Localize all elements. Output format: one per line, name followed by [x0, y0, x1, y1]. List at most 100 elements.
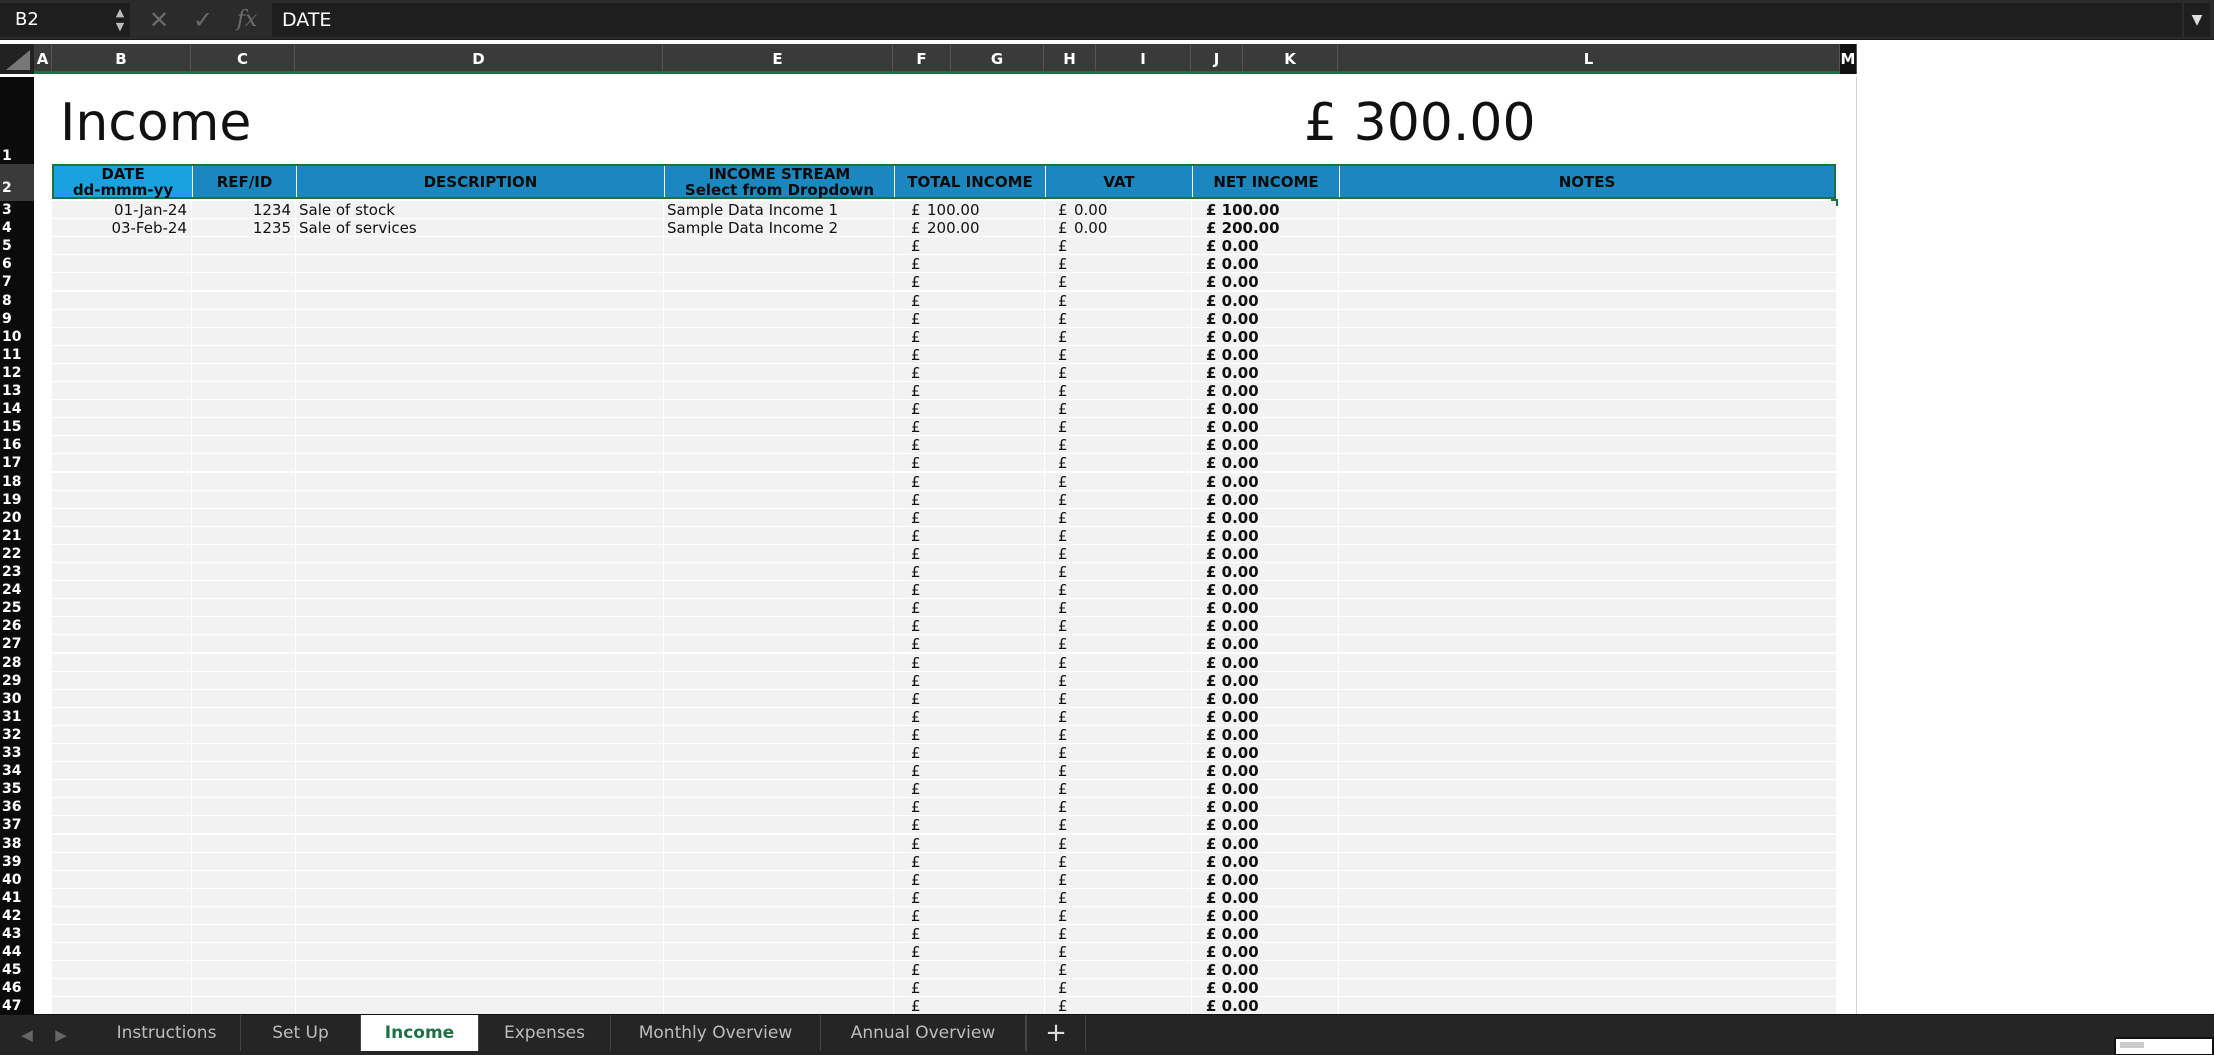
row-header-43[interactable]: 43 — [0, 925, 34, 943]
confirm-icon[interactable]: ✓ — [188, 0, 218, 40]
cell-net-income[interactable]: £ 0.00 — [1206, 599, 1336, 617]
column-header-l[interactable]: L — [1338, 44, 1840, 74]
row-header-31[interactable]: 31 — [0, 708, 34, 726]
cell-vat-currency[interactable]: £ — [1058, 273, 1072, 291]
cell-vat-currency[interactable]: £ — [1058, 509, 1072, 527]
cell-total-income-currency[interactable]: £ — [911, 871, 925, 889]
cell-vat-currency[interactable]: £ — [1058, 943, 1072, 961]
cell-total-income-currency[interactable]: £ — [911, 997, 925, 1014]
cell-total-income-currency[interactable]: £ — [911, 780, 925, 798]
row-header-19[interactable]: 19 — [0, 491, 34, 509]
row-header-6[interactable]: 6 — [0, 255, 34, 273]
cell-vat-currency[interactable]: £ — [1058, 780, 1072, 798]
row-header-47[interactable]: 47 — [0, 997, 34, 1015]
name-box[interactable]: B2 — [0, 3, 130, 37]
row-header-46[interactable]: 46 — [0, 979, 34, 997]
cell-vat-currency[interactable]: £ — [1058, 219, 1072, 237]
cell-total-income-currency[interactable]: £ — [911, 454, 925, 472]
cell-total-income-currency[interactable]: £ — [911, 762, 925, 780]
cell-vat-currency[interactable]: £ — [1058, 545, 1072, 563]
tab-instructions[interactable]: Instructions — [93, 1015, 241, 1051]
cell-vat-currency[interactable]: £ — [1058, 581, 1072, 599]
row-header-20[interactable]: 20 — [0, 509, 34, 527]
row-header-15[interactable]: 15 — [0, 418, 34, 436]
cell-total-income-currency[interactable]: £ — [911, 545, 925, 563]
cell-total-income-currency[interactable]: £ — [911, 509, 925, 527]
cell-net-income[interactable]: £ 0.00 — [1206, 943, 1336, 961]
cell-total-income-currency[interactable]: £ — [911, 581, 925, 599]
cell-total-income-currency[interactable]: £ — [911, 599, 925, 617]
chevron-down-icon[interactable]: ▼ — [2184, 3, 2210, 37]
sheet-grid[interactable]: Income £ 300.00 DATE dd-mmm-yy REF/ID DE… — [34, 77, 1857, 1014]
cell-net-income[interactable]: £ 0.00 — [1206, 979, 1336, 997]
cell-net-income[interactable]: £ 0.00 — [1206, 527, 1336, 545]
row-header-35[interactable]: 35 — [0, 780, 34, 798]
row-header-3[interactable]: 3 — [0, 201, 34, 219]
cell-total-income-currency[interactable]: £ — [911, 979, 925, 997]
cell-net-income[interactable]: £ 0.00 — [1206, 617, 1336, 635]
cell-total-income-currency[interactable]: £ — [911, 219, 925, 237]
cell-net-income[interactable]: £ 0.00 — [1206, 545, 1336, 563]
row-header-38[interactable]: 38 — [0, 835, 34, 853]
row-header-13[interactable]: 13 — [0, 382, 34, 400]
cell-vat-currency[interactable]: £ — [1058, 454, 1072, 472]
row-header-24[interactable]: 24 — [0, 581, 34, 599]
cell-total-income-currency[interactable]: £ — [911, 744, 925, 762]
header-total-income[interactable]: TOTAL INCOME — [895, 166, 1046, 197]
cell-net-income[interactable]: £ 0.00 — [1206, 925, 1336, 943]
cell-total-income-currency[interactable]: £ — [911, 328, 925, 346]
cell-total-income-currency[interactable]: £ — [911, 273, 925, 291]
header-notes[interactable]: NOTES — [1340, 166, 1834, 197]
cell-total-income-currency[interactable]: £ — [911, 907, 925, 925]
cell-total-income-currency[interactable]: £ — [911, 400, 925, 418]
cell-vat-currency[interactable]: £ — [1058, 418, 1072, 436]
cell-vat-currency[interactable]: £ — [1058, 726, 1072, 744]
cell-net-income[interactable]: £ 0.00 — [1206, 418, 1336, 436]
cell-vat-currency[interactable]: £ — [1058, 744, 1072, 762]
cell-total-income-currency[interactable]: £ — [911, 961, 925, 979]
column-header-f[interactable]: F — [893, 44, 951, 74]
tab-expenses[interactable]: Expenses — [479, 1015, 611, 1051]
cell-total-income-currency[interactable]: £ — [911, 853, 925, 871]
cell-vat-currency[interactable]: £ — [1058, 201, 1072, 219]
cell-vat-currency[interactable]: £ — [1058, 491, 1072, 509]
cell-net-income[interactable]: £ 0.00 — [1206, 798, 1336, 816]
cell-total-income-currency[interactable]: £ — [911, 436, 925, 454]
cell-vat-currency[interactable]: £ — [1058, 871, 1072, 889]
cell-total-income-currency[interactable]: £ — [911, 943, 925, 961]
cell-vat-currency[interactable]: £ — [1058, 835, 1072, 853]
cell-net-income[interactable]: £ 0.00 — [1206, 310, 1336, 328]
row-header-39[interactable]: 39 — [0, 853, 34, 871]
row-header-26[interactable]: 26 — [0, 617, 34, 635]
row-header-9[interactable]: 9 — [0, 310, 34, 328]
cell-total-income-currency[interactable]: £ — [911, 816, 925, 834]
cell-total-income-currency[interactable]: £ — [911, 672, 925, 690]
cell-net-income[interactable]: £ 0.00 — [1206, 635, 1336, 653]
cell-total-income-currency[interactable]: £ — [911, 635, 925, 653]
cancel-icon[interactable]: ✕ — [144, 0, 174, 40]
cell-net-income[interactable]: £ 0.00 — [1206, 382, 1336, 400]
cell-net-income[interactable]: £ 0.00 — [1206, 726, 1336, 744]
column-header-h[interactable]: H — [1044, 44, 1096, 74]
row-header-4[interactable]: 4 — [0, 219, 34, 237]
row-header-33[interactable]: 33 — [0, 744, 34, 762]
row-header-30[interactable]: 30 — [0, 690, 34, 708]
row-header-11[interactable]: 11 — [0, 346, 34, 364]
row-header-18[interactable]: 18 — [0, 473, 34, 491]
cell-vat-currency[interactable]: £ — [1058, 762, 1072, 780]
cell-net-income[interactable]: £ 0.00 — [1206, 364, 1336, 382]
tab-annual-overview[interactable]: Annual Overview — [821, 1015, 1026, 1051]
next-sheet-icon[interactable]: ▶ — [46, 1015, 76, 1055]
cell-total-income-currency[interactable]: £ — [911, 925, 925, 943]
cell-vat-currency[interactable]: £ — [1058, 364, 1072, 382]
cell-total-income-currency[interactable]: £ — [911, 382, 925, 400]
cell-net-income[interactable]: £ 0.00 — [1206, 581, 1336, 599]
column-header-k[interactable]: K — [1243, 44, 1338, 74]
cell-total-income-currency[interactable]: £ — [911, 491, 925, 509]
cell-vat[interactable]: 0.00 — [1074, 219, 1184, 237]
cell-vat-currency[interactable]: £ — [1058, 255, 1072, 273]
cell-vat-currency[interactable]: £ — [1058, 961, 1072, 979]
cell-vat-currency[interactable]: £ — [1058, 672, 1072, 690]
cell-total-income-currency[interactable]: £ — [911, 473, 925, 491]
row-header-7[interactable]: 7 — [0, 273, 34, 291]
